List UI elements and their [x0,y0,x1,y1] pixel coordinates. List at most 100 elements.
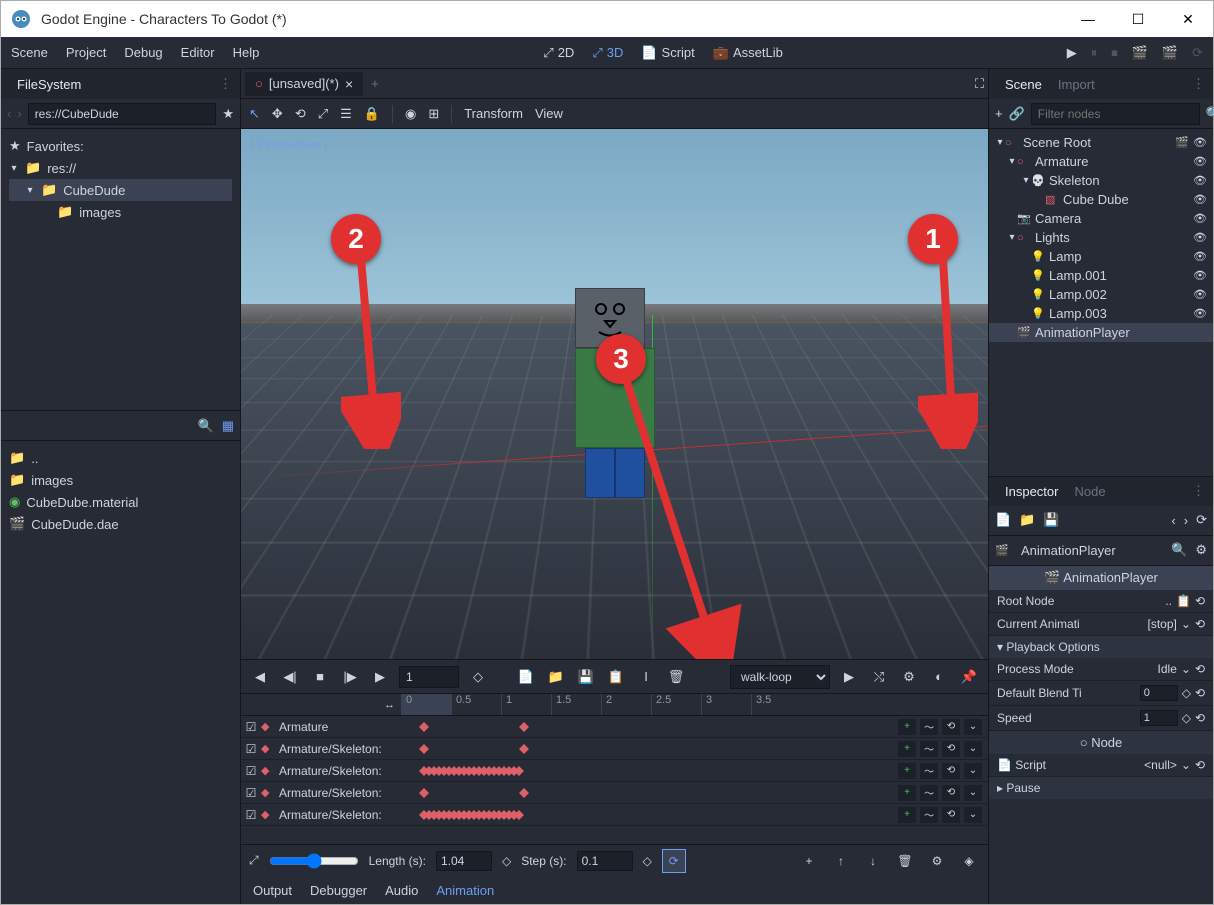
perspective-label[interactable]: [ Perspective ] [251,137,327,151]
filesystem-menu-icon[interactable]: ⋮ [219,76,232,92]
anim-load-icon[interactable]: 📁 [545,666,567,688]
dropdown-icon[interactable]: ⌄ [1181,662,1191,676]
reset-icon[interactable]: ⟲ [1195,686,1205,700]
track-row[interactable]: ☑◆Armature/Skeleton:+〜⟲⌄ [241,804,988,826]
track-checkbox[interactable]: ☑ [241,720,261,734]
dropdown-icon[interactable]: ⌄ [1181,617,1191,631]
scene-tab-unsaved[interactable]: ○ [unsaved](*) × [245,72,363,96]
tick-6[interactable]: 3 [701,694,751,715]
node-tab[interactable]: Node [1066,484,1113,499]
filesystem-tab[interactable]: FileSystem [9,77,89,92]
inspector-menu-icon[interactable]: ⋮ [1192,483,1205,499]
node-armature[interactable]: ▾○Armature👁 [989,152,1213,171]
reset-icon[interactable]: ⟲ [1195,758,1205,772]
step-input[interactable] [577,851,633,871]
anim-blend-icon[interactable]: ⤭ [868,666,890,688]
scale-tool-icon[interactable]: ⤢ [318,106,328,122]
step-spinner-icon[interactable]: ◇ [643,854,652,868]
transform-menu[interactable]: Transform [464,106,523,121]
cube-tool-icon[interactable]: ◉ [405,106,416,122]
reset-icon[interactable]: ⟲ [1195,711,1205,725]
inspector-tab[interactable]: Inspector [997,484,1066,499]
add-key-icon[interactable]: + [898,741,916,757]
tick-4[interactable]: 2 [601,694,651,715]
interp-icon[interactable]: 〜 [920,785,938,801]
list-tool-icon[interactable]: ☰ [340,106,352,122]
playback-section[interactable]: ▾ Playback Options [989,636,1213,658]
track-menu-icon[interactable]: ⌄ [964,741,982,757]
pause-button[interactable]: ⏸ [1091,45,1098,61]
menu-editor[interactable]: Editor [181,45,215,60]
pause-section[interactable]: ▸ Pause [989,777,1213,799]
fs-forward-button[interactable]: › [17,106,21,121]
anim-new-icon[interactable]: 📄 [515,666,537,688]
interp-icon[interactable]: 〜 [920,763,938,779]
interp-icon[interactable]: 〜 [920,719,938,735]
visibility-icon[interactable]: 👁 [1193,269,1207,282]
menu-project[interactable]: Project [66,45,106,60]
insp-tools-icon[interactable]: ⚙ [1195,542,1207,558]
wrap-icon[interactable]: ⟲ [942,719,960,735]
view-menu[interactable]: View [535,106,563,121]
node-scene-root[interactable]: ▾○Scene Root🎬👁 [989,133,1213,152]
distraction-free-icon[interactable]: ⛶ [975,76,984,92]
history-icon[interactable]: ⟳ [1196,512,1207,528]
reset-icon[interactable]: ⟲ [1195,662,1205,676]
add-key-icon[interactable]: + [898,719,916,735]
new-resource-icon[interactable]: 📄 [995,512,1011,528]
tick-0[interactable]: 0 [401,694,451,715]
add-track-icon[interactable]: + [798,850,820,872]
track-keys[interactable] [419,760,858,781]
node-cubedube[interactable]: ▧Cube Dube👁 [989,190,1213,209]
speed-input[interactable] [1140,710,1178,726]
file-material[interactable]: ◉ CubeDube.material [9,491,232,513]
menu-help[interactable]: Help [233,45,260,60]
track-row[interactable]: ☑◆Armature/Skeleton:+〜⟲⌄ [241,760,988,782]
wrap-icon[interactable]: ⟲ [942,785,960,801]
track-keys[interactable] [419,782,858,803]
scene-menu-icon[interactable]: ⋮ [1192,76,1205,92]
add-key-icon[interactable]: + [898,785,916,801]
file-dotdot[interactable]: 📁 .. [9,447,232,469]
import-tab[interactable]: Import [1050,77,1103,92]
anim-delete-icon[interactable]: 🗑 [665,666,687,688]
anim-rewind-icon[interactable]: ◀ [249,666,271,688]
snap-keys-icon[interactable]: ◈ [958,850,980,872]
play-button[interactable]: ▶ [1067,45,1077,61]
lock-tool-icon[interactable]: 🔒 [364,106,380,122]
scene-search-icon[interactable]: 🔍 [1206,106,1214,122]
menu-scene[interactable]: Scene [11,45,48,60]
stop-button[interactable]: ⏹ [1111,45,1118,61]
fs-root[interactable]: ▾📁 res:// [9,157,232,179]
anim-spinner-icon[interactable]: ◇ [467,666,489,688]
tab-debugger[interactable]: Debugger [310,883,367,898]
add-tab-button[interactable]: + [363,76,387,91]
track-keys[interactable] [419,716,858,737]
track-row[interactable]: ☑◆Armature+〜⟲⌄ [241,716,988,738]
dropdown-icon[interactable]: ⌄ [1181,758,1191,772]
scene-filter-input[interactable] [1031,103,1200,125]
track-keys[interactable] [419,738,858,759]
anim-step-fwd-icon[interactable]: |▶ [339,666,361,688]
anim-pin-icon[interactable]: 📌 [958,666,980,688]
visibility-icon[interactable]: 👁 [1193,250,1207,263]
visibility-icon[interactable]: 👁 [1193,231,1207,244]
tick-7[interactable]: 3.5 [751,694,801,715]
track-tools-icon[interactable]: ⚙ [926,850,948,872]
close-button[interactable]: ✕ [1173,9,1203,29]
fit-icon[interactable]: ↔ [384,699,395,711]
play-custom-button[interactable]: 🎬 [1162,45,1178,61]
load-resource-icon[interactable]: 📁 [1019,512,1035,528]
blend-input[interactable] [1140,685,1178,701]
3d-viewport[interactable]: [ Perspective ] 2 1 [241,129,988,659]
visibility-icon[interactable]: 👁 [1193,155,1207,168]
node-lights[interactable]: ▾○Lights👁 [989,228,1213,247]
visibility-icon[interactable]: 👁 [1193,136,1207,149]
zoom-fit-icon[interactable]: ⤢ [249,853,259,868]
workspace-3d[interactable]: ⤢ 3D [592,45,623,61]
anim-copy-icon[interactable]: 📋 [605,666,627,688]
file-dae[interactable]: 🎬 CubeDude.dae [9,513,232,535]
tab-audio[interactable]: Audio [385,883,418,898]
workspace-assetlib[interactable]: 💼 AssetLib [713,45,783,61]
play-icon[interactable]: 🎬 [1175,136,1189,149]
